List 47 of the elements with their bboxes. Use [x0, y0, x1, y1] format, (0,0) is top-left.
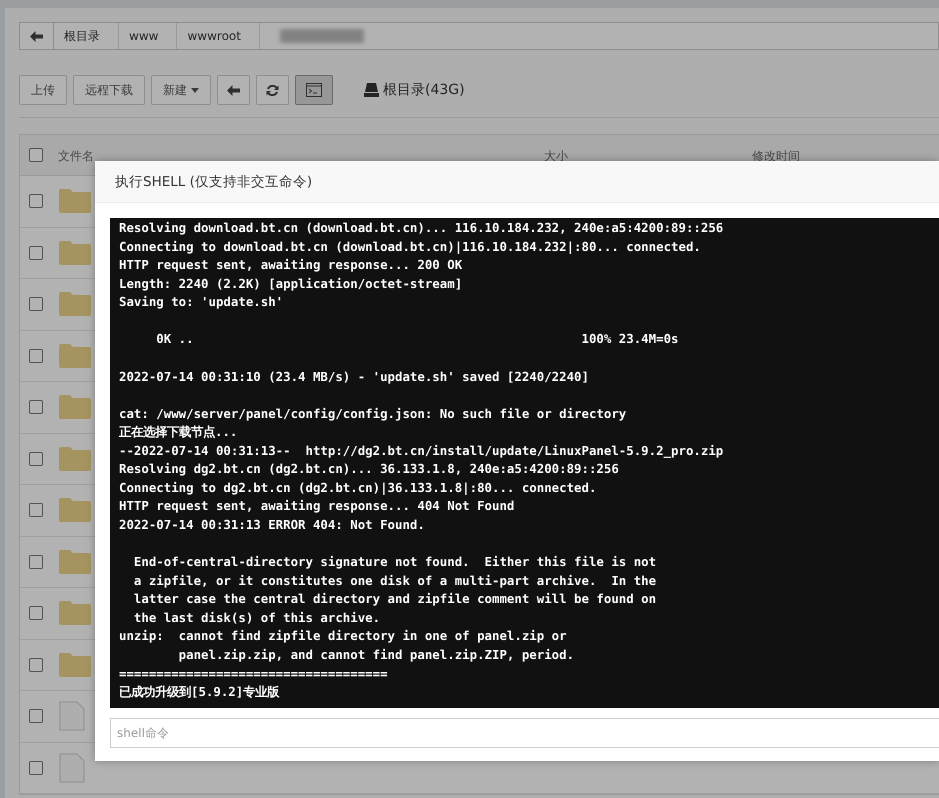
back-button[interactable]: [217, 75, 250, 105]
row-checkbox[interactable]: [29, 348, 43, 363]
select-all-checkbox[interactable]: [29, 148, 43, 162]
folder-icon: [59, 189, 91, 214]
back-arrow-icon: [227, 84, 240, 96]
breadcrumb-item[interactable]: wwwroot: [177, 23, 260, 49]
folder-icon: [59, 292, 91, 316]
row-checkbox[interactable]: [29, 194, 43, 208]
folder-icon: [59, 498, 91, 522]
row-checkbox[interactable]: [29, 760, 43, 775]
file-icon: [59, 701, 85, 732]
folder-icon: [59, 344, 91, 368]
terminal-button[interactable]: [295, 75, 333, 105]
terminal-output: Resolving download.bt.cn (download.bt.cn)... 116.10.184.232, 240e:a5:4200:89::256 Connecting to download.bt.cn (download.bt.cn)|116.10.184.232|:80... connected. HTTP request sent, awaiting response... 200 OK Length: 2240 (2.2K) [application/octet-stream] Saving to: 'update.sh' 0K .. 100% 23.4M=0s 2022-07-14 00:31:10 (23.4 MB/s) - 'update.sh' saved [2240/2240] cat: /www/server/panel/config/config.json: No such file or directory 正在选择下载节点... --2022-07-14 00:31:13-- http://dg2.bt.cn/install/update/LinuxPanel-5.9.2_pro.zip Resolving dg2.bt.cn (dg2.bt.cn)... 36.133.1.8, 240e:a5:4200:89::256 Connecting to dg2.bt.cn (dg2.bt.cn)|36.133.1.8|:80... connected. HTTP request sent, awaiting response... 404 Not Found 2022-07-14 00:31:13 ERROR 404: Not Found. End-of-central-directory signature not found. Either this file is not a zipfile, or it constitutes one disk of a multi-part archive. In the latter case the central directory and zipfile comment will be found on the last disk(s) of this archive. unzip: cannot find zipfile directory in one of panel.zip or panel.zip.zip, and cannot find panel.zip.ZIP, period. ==================================== 已成功升级到[5.9.2]专业版: [110, 218, 939, 708]
row-checkbox[interactable]: [29, 606, 43, 620]
dialog-title: 执行SHELL (仅支持非交互命令): [115, 172, 312, 190]
refresh-button[interactable]: [256, 75, 289, 105]
folder-icon: [59, 446, 91, 471]
breadcrumb-item[interactable]: 根目录: [54, 23, 119, 49]
row-checkbox[interactable]: [29, 246, 43, 260]
folder-icon: [59, 240, 91, 265]
toolbar-button[interactable]: 上传: [19, 75, 67, 105]
refresh-icon: [266, 84, 279, 96]
folder-icon: [59, 550, 91, 574]
row-checkbox[interactable]: [29, 400, 43, 414]
row-checkbox[interactable]: [29, 709, 43, 724]
column-header: 文件名: [58, 148, 94, 165]
row-checkbox[interactable]: [29, 503, 43, 518]
column-header: 修改时间: [752, 148, 800, 165]
folder-icon: [59, 652, 91, 677]
row-checkbox[interactable]: [29, 658, 43, 672]
disk-icon: [364, 83, 379, 97]
disk-label: 根目录(43G): [383, 81, 465, 99]
file-icon: [59, 752, 85, 783]
row-checkbox[interactable]: [29, 297, 43, 312]
breadcrumb-item[interactable]: www: [119, 23, 178, 49]
row-checkbox[interactable]: [29, 452, 43, 466]
terminal-icon: [306, 83, 322, 97]
column-header: 大小: [544, 148, 568, 165]
caret-icon: [191, 88, 199, 92]
folder-icon: [59, 601, 91, 626]
shell-command-field[interactable]: shell命令: [110, 718, 939, 748]
toolbar-button[interactable]: 远程下载: [73, 75, 145, 105]
row-checkbox[interactable]: [29, 554, 43, 569]
folder-icon: [59, 395, 91, 420]
back-arrow-icon: [30, 30, 43, 42]
new-dropdown-button[interactable]: 新建: [151, 75, 211, 105]
